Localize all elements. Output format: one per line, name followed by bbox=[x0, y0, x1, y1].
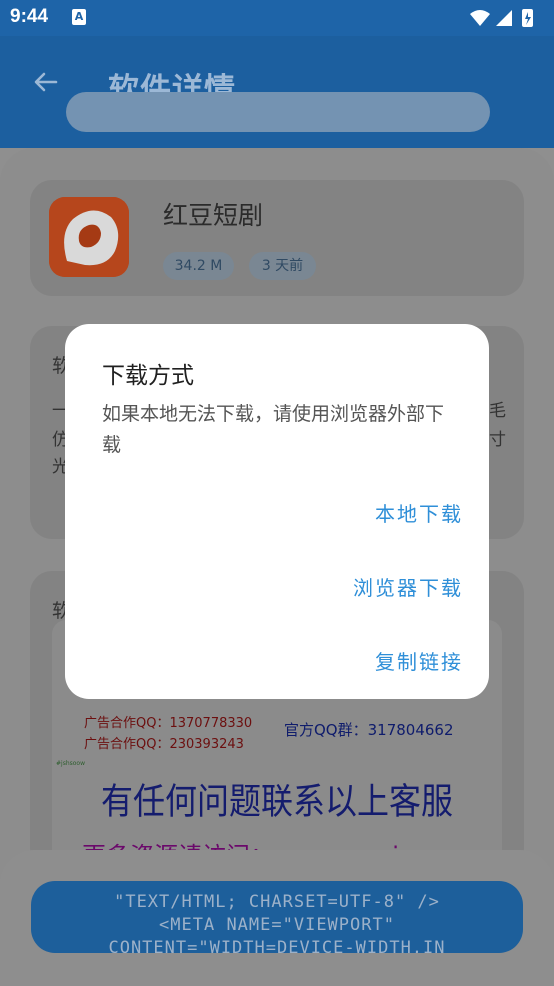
local-download-button[interactable]: 本地下载 bbox=[375, 498, 463, 527]
browser-download-button[interactable]: 浏览器下载 bbox=[353, 572, 463, 601]
wifi-icon bbox=[470, 10, 490, 26]
download-button[interactable]: "TEXT/HTML; CHARSET=UTF-8" /> <META NAME… bbox=[31, 881, 523, 953]
status-bar: 9:44 A bbox=[0, 0, 554, 36]
official-group-text: 官方QQ群：317804662 bbox=[284, 721, 454, 739]
description-text: 寸 bbox=[489, 430, 506, 450]
status-icons bbox=[470, 9, 533, 27]
support-text: 有任何问题联系以上客服 bbox=[100, 779, 453, 823]
notification-icon: A bbox=[72, 9, 86, 25]
status-time: 9:44 bbox=[10, 6, 49, 27]
app-name: 红豆短剧 bbox=[163, 201, 264, 230]
back-arrow-icon[interactable] bbox=[30, 66, 62, 98]
copy-link-button[interactable]: 复制链接 bbox=[375, 646, 463, 675]
description-text: 毛 bbox=[489, 401, 506, 421]
app-updated-badge: 3 天前 bbox=[249, 252, 316, 280]
app-logo-icon bbox=[49, 197, 129, 277]
ad-contact-line: 广告合作QQ：230393243 bbox=[84, 737, 244, 752]
download-button-label: <META NAME="VIEWPORT" bbox=[159, 915, 395, 935]
download-method-dialog: 下载方式 如果本地无法下载，请使用浏览器外部下载 本地下载 浏览器下载 复制链接 bbox=[65, 324, 489, 699]
search-bar-background bbox=[66, 92, 490, 132]
dialog-message: 如果本地无法下载，请使用浏览器外部下载 bbox=[102, 403, 445, 456]
app-size-badge: 34.2 M bbox=[163, 252, 234, 280]
watermark-text: #jshsoow bbox=[56, 760, 85, 767]
dialog-title: 下载方式 bbox=[102, 363, 194, 389]
download-button-label: CONTENT="WIDTH=DEVICE-WIDTH,IN bbox=[108, 938, 446, 953]
download-button-label: "TEXT/HTML; CHARSET=UTF-8" /> bbox=[114, 892, 440, 912]
ad-contact-line: 广告合作QQ：1370778330 bbox=[84, 716, 253, 731]
signal-icon bbox=[496, 10, 512, 26]
app-icon bbox=[49, 197, 129, 277]
